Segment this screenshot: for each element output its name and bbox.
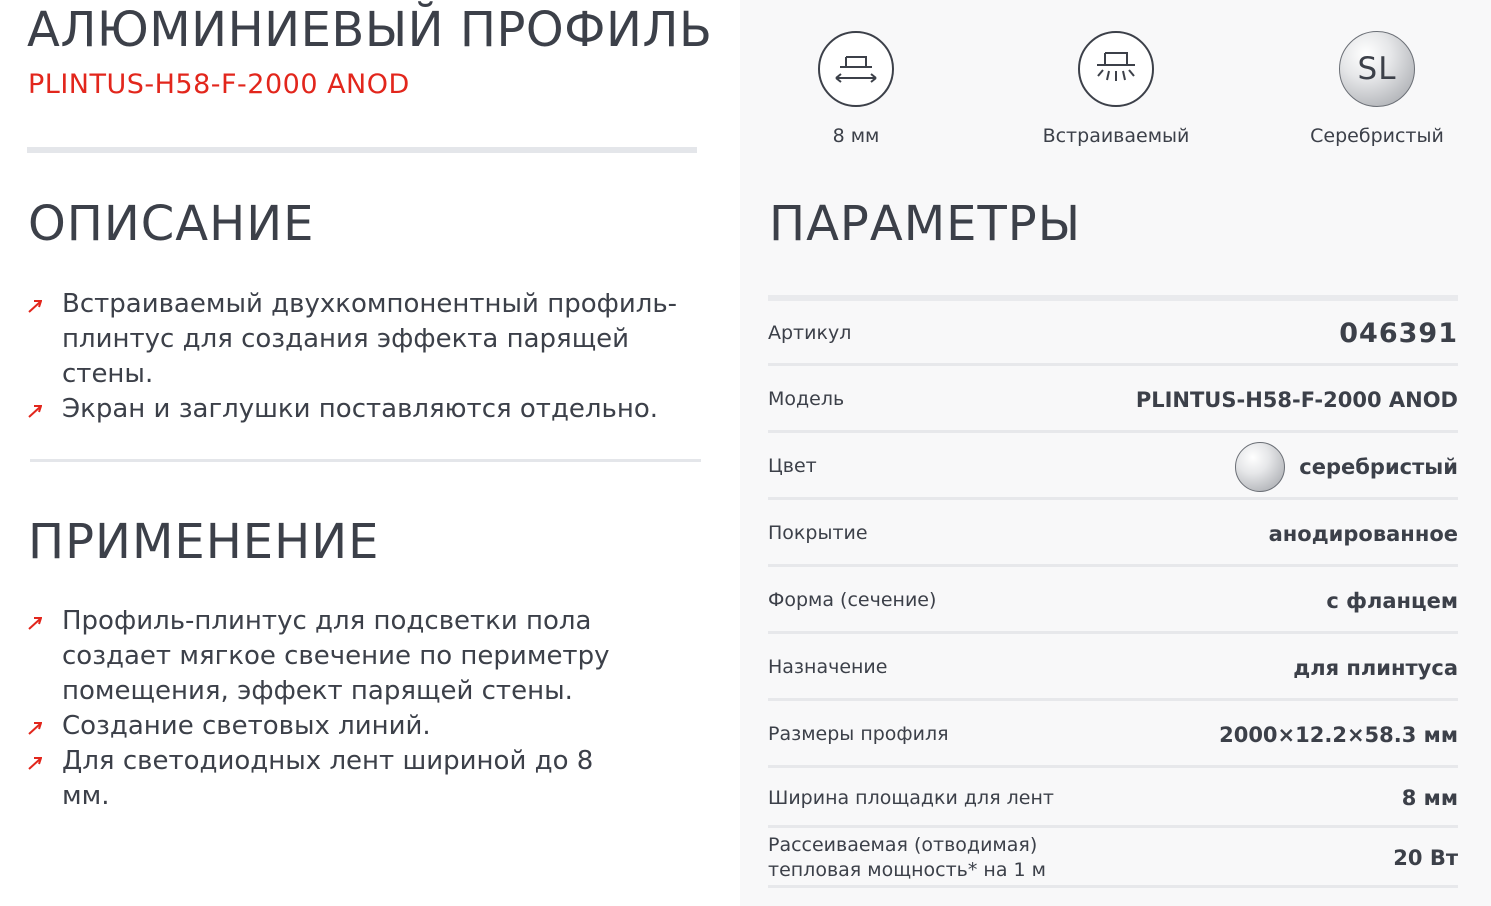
product-title: АЛЮМИНИЕВЫЙ ПРОФИЛЬ [27,2,713,58]
param-label: Форма (сечение) [768,589,937,611]
section-divider [30,459,701,462]
recessed-icon [1078,31,1154,107]
product-page: АЛЮМИНИЕВЫЙ ПРОФИЛЬ PLINTUS-H58-F-2000 A… [0,0,1491,906]
arrow-bullet-icon [28,757,42,770]
feature-recessed: Встраиваемый [1016,31,1216,147]
feature-caption: Серебристый [1310,125,1444,147]
param-value: 8 мм [1401,786,1458,810]
list-item: Экран и заглушки поставляются отдельно. [28,392,708,427]
list-item-text: Экран и заглушки поставляются отдельно. [62,394,659,424]
param-label: Назначение [768,656,888,678]
list-item-text: Встраиваемый двухкомпонентный профиль-пл… [62,289,678,389]
product-model: PLINTUS-H58-F-2000 ANOD [28,69,410,100]
param-value: анодированное [1268,521,1458,546]
param-row-shape: Форма (сечение) с фланцем [768,567,1458,634]
color-swatch [1235,441,1286,492]
feature-tape-width: 8 мм [756,31,956,147]
param-value: 046391 [1339,318,1458,349]
feature-caption: Встраиваемый [1042,125,1190,147]
header-divider [27,147,697,153]
application-title: ПРИМЕНЕНИЕ [28,514,380,570]
param-label: Модель [768,388,845,410]
param-label-line: тепловая мощность* на 1 м [768,859,1046,881]
param-row-heat-dissipation: Рассеиваемая (отводимая) тепловая мощнос… [768,828,1458,888]
list-item: Профиль-плинтус для подсветки пола созда… [28,604,628,709]
feature-color: SL Серебристый [1277,31,1477,147]
param-row-article: Артикул 046391 [768,301,1458,366]
param-row-coating: Покрытие анодированное [768,500,1458,567]
param-value: для плинтуса [1293,655,1458,680]
list-item-text: Для светодиодных лент шириной до 8 мм. [62,746,594,811]
tape-width-icon [818,31,894,107]
param-value: с фланцем [1326,588,1458,613]
param-label: Покрытие [768,522,868,544]
left-column: АЛЮМИНИЕВЫЙ ПРОФИЛЬ PLINTUS-H58-F-2000 A… [0,0,740,906]
param-row-dimensions: Размеры профиля 2000×12.2×58.3 мм [768,701,1458,768]
list-item: Встраиваемый двухкомпонентный профиль-пл… [28,287,708,392]
param-row-model: Модель PLINTUS-H58-F-2000 ANOD [768,366,1458,433]
param-label-line: Рассеиваемая (отводимая) [768,834,1038,856]
param-row-tape-platform: Ширина площадки для лент 8 мм [768,768,1458,828]
param-value: серебристый [1299,454,1458,479]
arrow-bullet-icon [28,617,42,630]
param-value: PLINTUS-H58-F-2000 ANOD [1135,387,1458,412]
right-column: 8 мм Встраиваемый SL Серебристый ПАРАМЕТ… [740,0,1491,906]
param-label: Рассеиваемая (отводимая) тепловая мощнос… [768,833,1046,883]
param-label: Ширина площадки для лент [768,786,1054,809]
param-label: Цвет [768,455,817,477]
list-item: Для светодиодных лент шириной до 8 мм. [28,744,628,814]
description-title: ОПИСАНИЕ [28,196,315,252]
arrow-bullet-icon [28,722,42,735]
param-row-color: Цвет серебристый [768,433,1458,500]
feature-caption: 8 мм [832,125,880,147]
description-list: Встраиваемый двухкомпонентный профиль-пл… [28,287,708,427]
list-item-text: Создание световых линий. [62,711,431,741]
param-label: Артикул [768,322,852,344]
row-divider [768,885,1458,888]
param-label: Размеры профиля [768,723,949,745]
application-list: Профиль-плинтус для подсветки пола созда… [28,604,628,814]
param-row-purpose: Назначение для плинтуса [768,634,1458,701]
silver-color-icon: SL [1339,31,1415,107]
param-value: 20 Вт [1393,846,1458,870]
arrow-bullet-icon [28,300,42,313]
parameters-title: ПАРАМЕТРЫ [769,196,1082,252]
list-item: Создание световых линий. [28,709,628,744]
list-item-text: Профиль-плинтус для подсветки пола созда… [62,606,610,706]
param-value-color: серебристый [1235,441,1458,492]
param-value: 2000×12.2×58.3 мм [1219,722,1458,747]
arrow-bullet-icon [28,405,42,418]
